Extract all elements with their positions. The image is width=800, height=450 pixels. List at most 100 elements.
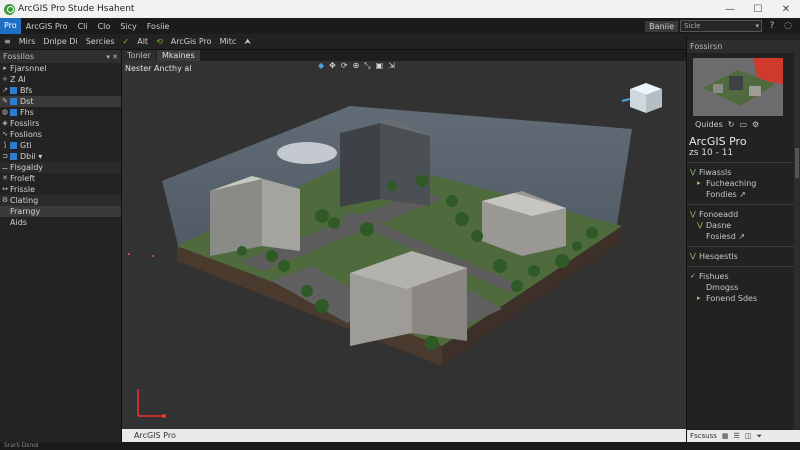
menu-item-sicy[interactable]: Sicy bbox=[115, 22, 141, 31]
layer-row[interactable]: Aids bbox=[0, 217, 121, 228]
catalog-row[interactable]: ▸ Fucheaching bbox=[687, 178, 800, 189]
layer-row[interactable]: ⟆ Gti bbox=[0, 140, 121, 151]
edit-icon: ✎ bbox=[2, 97, 8, 105]
list-icon[interactable]: ☰ bbox=[734, 432, 740, 440]
section-header[interactable]: ⚊ Flsgaldy bbox=[0, 162, 121, 173]
pan-icon[interactable]: ✥ bbox=[329, 61, 336, 72]
footer-label: Fscsuss bbox=[690, 432, 717, 440]
select-icon: ⚊ bbox=[1, 163, 9, 171]
bottom-text: Srarli Dsnol bbox=[4, 442, 39, 449]
layer-row[interactable]: ◈ Fosslirs bbox=[0, 118, 121, 129]
collapse-icon[interactable]: ⋁ bbox=[690, 209, 699, 220]
catalog-row-label: Fonoeadd bbox=[699, 210, 739, 219]
checkmark-icon[interactable]: ✓ bbox=[119, 37, 134, 46]
frame-icon[interactable]: ▭ bbox=[739, 120, 747, 129]
catalog-row[interactable]: ⋁ Fonoeadd bbox=[687, 209, 800, 220]
catalog-row[interactable]: ✓ Fishues bbox=[687, 271, 800, 282]
collapse-icon[interactable]: ⋁ bbox=[697, 220, 706, 231]
navigate-icon[interactable]: ⮝ bbox=[240, 37, 255, 47]
contents-title: Fossilos bbox=[3, 52, 35, 61]
scene-label: Nester Ancthy al bbox=[125, 64, 192, 73]
close-button[interactable]: ✕ bbox=[772, 4, 800, 15]
collapse-icon[interactable]: ⋁ bbox=[690, 167, 699, 178]
catalog-row[interactable]: Dmogss bbox=[687, 282, 800, 293]
select-tool-icon[interactable]: ▣ bbox=[376, 61, 384, 72]
layer-row[interactable]: ↗ Bfs bbox=[0, 85, 121, 96]
toolbar-item-dnlpe[interactable]: Dnlpe Di bbox=[39, 37, 81, 46]
measure-tool-icon[interactable]: ⇲ bbox=[388, 61, 395, 72]
catalog-row-label: Fiwassls bbox=[699, 168, 732, 177]
thumbnail-tools: Quides ↻ ▭ ⚙ bbox=[687, 116, 800, 133]
toolbar-menu-icon[interactable]: ≡ bbox=[0, 37, 15, 46]
catalog-row[interactable]: ▸ Fonend Sdes bbox=[687, 293, 800, 304]
layer-row[interactable]: ⊐ Dbii ▾ bbox=[0, 151, 121, 162]
scrollbar-thumb[interactable] bbox=[795, 148, 799, 178]
search-input[interactable]: Sicle bbox=[680, 20, 762, 32]
tab-tonler[interactable]: Tonler bbox=[122, 50, 156, 61]
menu-item-arcgis[interactable]: ArcGIS Pro bbox=[21, 22, 73, 31]
explore-icon[interactable]: ◆ bbox=[318, 61, 324, 72]
layer-label: Bfs bbox=[20, 86, 33, 95]
layer-row[interactable]: ⟡ Z Al bbox=[0, 74, 121, 85]
layer-label: Aids bbox=[10, 218, 27, 227]
toolbar-item-mitc[interactable]: Mitc bbox=[216, 37, 241, 46]
menu-item-clo[interactable]: Clo bbox=[93, 22, 116, 31]
building-left-side bbox=[262, 179, 300, 251]
arrow-icon: ↔ bbox=[2, 185, 8, 193]
layer-label: Gti bbox=[20, 141, 32, 150]
layer-row[interactable]: Frarngy bbox=[0, 206, 121, 217]
layer-swatch bbox=[10, 153, 17, 160]
tilt-icon[interactable]: ⤡ bbox=[364, 61, 370, 72]
expand-icon[interactable]: ▸ bbox=[697, 178, 706, 189]
layer-label: Foslions bbox=[10, 130, 42, 139]
scene-view[interactable]: Nester Ancthy al ◆ ✥ ⟳ ⊕ ⤡ ▣ ⇲ bbox=[122, 61, 686, 429]
collapse-icon[interactable]: ⋁ bbox=[690, 251, 699, 262]
status-text: ArcGIS Pro bbox=[134, 431, 176, 440]
catalog-row[interactable]: Fosiesd ↗ bbox=[687, 231, 800, 242]
help-icon[interactable]: ? bbox=[766, 20, 778, 32]
check-icon[interactable]: ✓ bbox=[690, 271, 699, 282]
contents-panel: Fossilos ▾ ✕ ▸ Fjarsnnel ⟡ Z Al ↗ Bfs ✎ Dst … bbox=[0, 50, 122, 442]
settings-icon[interactable]: ⚙ bbox=[752, 120, 759, 129]
menu-item-fosiie[interactable]: Fosiie bbox=[142, 22, 175, 31]
toolbar-item-mirs[interactable]: Mirs bbox=[15, 37, 40, 46]
layer-row[interactable]: ◍ Fhs bbox=[0, 107, 121, 118]
layer-swatch bbox=[10, 142, 17, 149]
catalog-row[interactable]: ⋁ Hesqestls bbox=[687, 251, 800, 262]
section-title: Flsgaldy bbox=[10, 163, 44, 172]
contents-header: Fossilos ▾ ✕ bbox=[0, 50, 121, 63]
panel-scrollbar[interactable] bbox=[794, 53, 800, 442]
user-icon[interactable]: ◌ bbox=[782, 20, 794, 32]
refresh-icon[interactable]: ⟲ bbox=[152, 37, 167, 46]
expand-icon[interactable]: ▸ bbox=[697, 293, 706, 304]
toolbar-item-alt[interactable]: Alt bbox=[133, 37, 152, 46]
navigation-cube[interactable] bbox=[621, 83, 662, 113]
expand-icon[interactable]: ▸ bbox=[0, 63, 10, 74]
layer-row[interactable]: ▸ Fjarsnnel bbox=[0, 63, 121, 74]
zoom-icon[interactable]: ⊕ bbox=[353, 61, 360, 72]
catalog-row[interactable]: ⋁ Dasne bbox=[687, 220, 800, 231]
refresh-icon[interactable]: ↻ bbox=[728, 120, 735, 129]
rotate-icon[interactable]: ⟳ bbox=[341, 61, 348, 72]
toolbar-item-sercies[interactable]: Sercies bbox=[82, 37, 119, 46]
section-header[interactable]: ⚙ Clating bbox=[0, 195, 121, 206]
layer-row[interactable]: ✎ Dst bbox=[0, 96, 121, 107]
catalog-row-label: Dasne bbox=[706, 221, 732, 230]
layer-row[interactable]: ✕ Froleft bbox=[0, 173, 121, 184]
layer-row[interactable]: ↔ Frissle bbox=[0, 184, 121, 195]
minimize-button[interactable]: — bbox=[716, 4, 744, 15]
catalog-row[interactable]: ⋁ Fiwassls bbox=[687, 167, 800, 178]
layer-row[interactable]: ∿ Foslions bbox=[0, 129, 121, 140]
layer-label: Dst bbox=[20, 97, 34, 106]
filter-icon[interactable]: ⏷ bbox=[756, 432, 762, 441]
scene-thumbnail[interactable] bbox=[693, 58, 783, 116]
grid-icon[interactable]: ▦ bbox=[722, 432, 729, 440]
maximize-button[interactable]: ☐ bbox=[744, 4, 772, 15]
menu-item-cli[interactable]: Cli bbox=[73, 22, 93, 31]
pin-icon[interactable]: ▾ ✕ bbox=[106, 53, 118, 61]
toolbar-item-arcgis[interactable]: ArcGis Pro bbox=[167, 37, 216, 46]
catalog-row[interactable]: Fondies ↗ bbox=[687, 189, 800, 200]
pro-tab[interactable]: Pro bbox=[0, 18, 21, 34]
tab-mkaines[interactable]: Mkaines bbox=[156, 50, 200, 61]
map-icon[interactable]: ◫ bbox=[745, 432, 752, 440]
